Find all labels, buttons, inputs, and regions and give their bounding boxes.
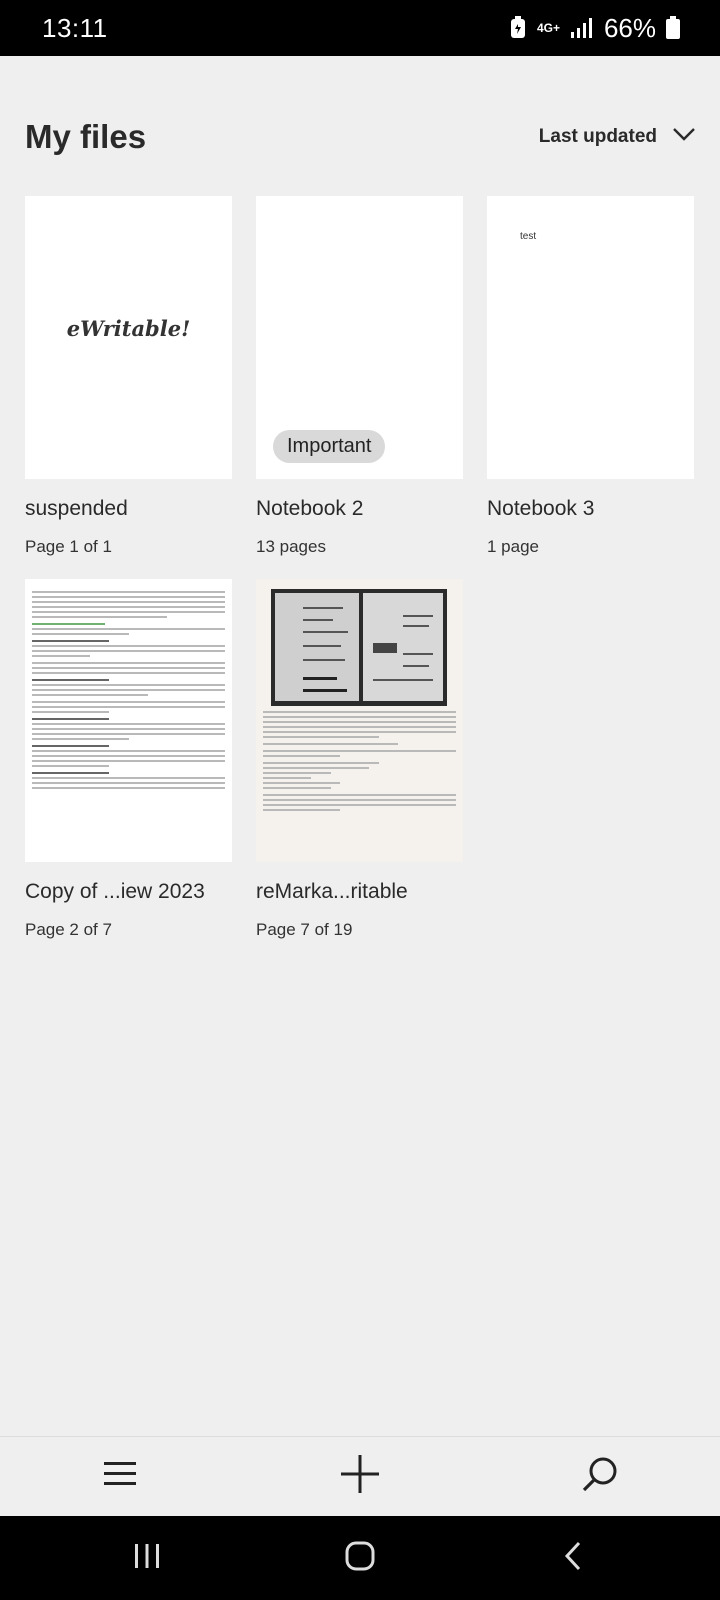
file-thumbnail: Important bbox=[256, 196, 463, 479]
network-type-icon: 4G+ bbox=[536, 21, 560, 35]
recent-apps-button[interactable] bbox=[97, 1516, 197, 1600]
file-meta: Page 2 of 7 bbox=[25, 920, 112, 939]
menu-icon bbox=[104, 1461, 136, 1492]
file-thumbnail bbox=[256, 579, 463, 862]
battery-icon bbox=[666, 16, 680, 40]
add-button[interactable] bbox=[320, 1437, 400, 1517]
sort-dropdown[interactable]: Last updated bbox=[539, 126, 695, 148]
recent-apps-icon bbox=[133, 1542, 161, 1575]
home-icon bbox=[345, 1541, 375, 1576]
page-title: My files bbox=[25, 118, 147, 155]
file-meta: 13 pages bbox=[256, 537, 326, 556]
header: My files Last updated bbox=[25, 112, 695, 162]
home-button[interactable] bbox=[310, 1516, 410, 1600]
plus-icon bbox=[341, 1455, 379, 1498]
file-name: Copy of ...iew 2023 bbox=[25, 880, 205, 903]
file-card-notebook-2[interactable]: Important Notebook 2 13 pages bbox=[256, 196, 463, 557]
signal-icon bbox=[570, 17, 594, 39]
file-thumbnail: eWritable! bbox=[25, 196, 232, 479]
file-meta: Page 7 of 19 bbox=[256, 920, 353, 939]
file-name: Notebook 3 bbox=[487, 497, 595, 520]
file-card-suspended[interactable]: eWritable! suspended Page 1 of 1 bbox=[25, 196, 232, 557]
search-icon bbox=[582, 1456, 618, 1497]
chevron-down-icon bbox=[673, 127, 695, 147]
thumbnail-photo bbox=[271, 589, 447, 706]
menu-button[interactable] bbox=[80, 1437, 160, 1517]
file-card-remarkable-vs-ewritable[interactable]: reMarka...ritable Page 7 of 19 bbox=[256, 579, 463, 940]
file-thumbnail bbox=[25, 579, 232, 862]
status-time: 13:11 bbox=[42, 12, 108, 43]
file-thumbnail: test bbox=[487, 196, 694, 479]
file-meta: Page 1 of 1 bbox=[25, 537, 112, 556]
back-button[interactable] bbox=[523, 1516, 623, 1600]
important-tag: Important bbox=[273, 430, 386, 463]
file-name: reMarka...ritable bbox=[256, 880, 408, 903]
thumbnail-logo: eWritable! bbox=[66, 316, 191, 341]
system-navigation-bar bbox=[0, 1516, 720, 1600]
battery-saver-icon bbox=[509, 16, 527, 40]
battery-percent: 66% bbox=[603, 12, 656, 43]
file-name: Notebook 2 bbox=[256, 497, 364, 520]
file-meta: 1 page bbox=[487, 537, 539, 556]
thumbnail-text: test bbox=[520, 231, 537, 242]
status-icons: 4G+ 66% bbox=[509, 13, 680, 44]
back-icon bbox=[563, 1541, 583, 1576]
document-preview bbox=[32, 591, 225, 792]
status-bar: 13:11 4G+ 66% bbox=[0, 0, 720, 56]
document-preview bbox=[263, 711, 456, 814]
bottom-toolbar bbox=[0, 1436, 720, 1516]
search-button[interactable] bbox=[560, 1437, 640, 1517]
file-card-copy-of-review-2023[interactable]: Copy of ...iew 2023 Page 2 of 7 bbox=[25, 579, 232, 940]
file-card-notebook-3[interactable]: test Notebook 3 1 page bbox=[487, 196, 694, 557]
sort-label: Last updated bbox=[538, 126, 657, 147]
file-name: suspended bbox=[25, 497, 128, 520]
